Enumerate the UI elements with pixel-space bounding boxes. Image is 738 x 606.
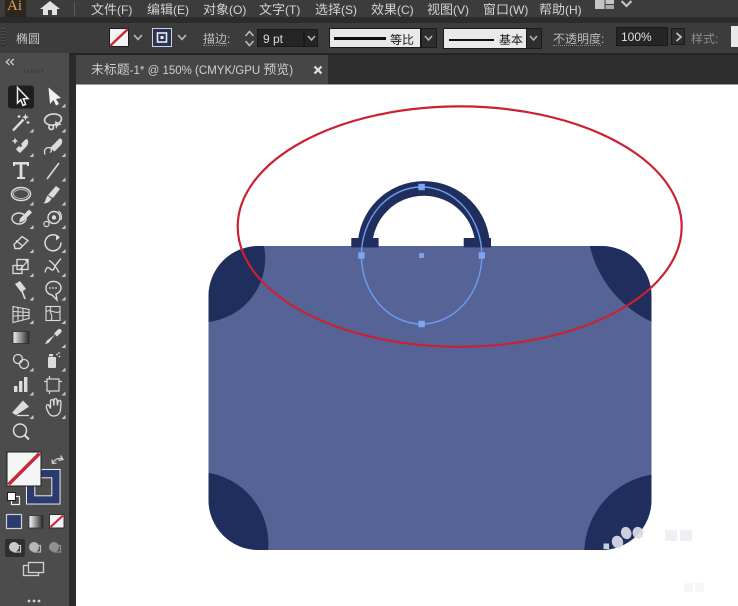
svg-text::: :	[601, 32, 604, 46]
svg-text:(T): (T)	[285, 3, 300, 17]
svg-text::: :	[715, 32, 718, 46]
svg-text:(H): (H)	[565, 3, 582, 17]
svg-text::: :	[227, 32, 230, 46]
svg-text:(V): (V)	[453, 3, 469, 17]
svg-text:(W): (W)	[509, 3, 528, 17]
svg-text:(O): (O)	[229, 3, 246, 17]
svg-text:-1* @ 150% (CMYK/GPU: -1* @ 150% (CMYK/GPU	[129, 64, 260, 76]
svg-text:(C): (C)	[397, 3, 414, 17]
svg-text:(S): (S)	[341, 3, 357, 17]
svg-text:): )	[289, 64, 293, 76]
svg-text:(E): (E)	[173, 3, 189, 17]
svg-text:(F): (F)	[117, 3, 132, 17]
